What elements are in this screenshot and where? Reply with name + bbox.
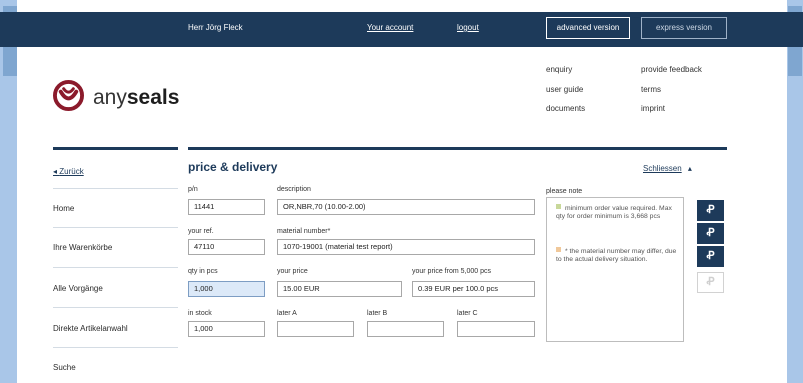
panel-title: price & delivery: [188, 160, 278, 174]
material-number-label: material number*: [277, 228, 331, 235]
add-to-cart-button[interactable]: Ꝓ: [697, 246, 724, 267]
cart-icon: Ꝓ: [706, 276, 715, 288]
your-price-field[interactable]: 15.00 EUR: [277, 281, 402, 297]
panel-top-divider: [188, 147, 727, 150]
pn-label: p/n: [188, 186, 198, 193]
user-guide-link[interactable]: user guide: [546, 85, 583, 94]
sidebar-item-home[interactable]: Home: [53, 204, 74, 213]
advanced-version-button[interactable]: advanced version: [546, 17, 630, 39]
caret-up-icon: ▴: [687, 164, 692, 173]
your-account-link[interactable]: Your account: [367, 23, 413, 32]
your-ref-field[interactable]: 47110: [188, 239, 265, 255]
later-c-field[interactable]: [457, 321, 535, 337]
terms-link[interactable]: terms: [641, 85, 661, 94]
cart-icon: Ꝓ: [706, 227, 715, 239]
top-bar: Herr Jörg Fleck Your account logout adva…: [0, 12, 803, 47]
cart-icon: Ꝓ: [706, 204, 715, 216]
sidebar-item-all-processes[interactable]: Alle Vorgänge: [53, 284, 103, 293]
sidebar-item-carts[interactable]: Ihre Warenkörbe: [53, 243, 112, 252]
note-bullet-icon: [556, 247, 561, 252]
close-panel-label: Schliessen: [643, 164, 682, 173]
add-to-cart-button[interactable]: Ꝓ: [697, 223, 724, 244]
sidebar-item-search[interactable]: Suche: [53, 363, 76, 372]
documents-link[interactable]: documents: [546, 104, 585, 113]
add-to-cart-button-disabled[interactable]: Ꝓ: [697, 272, 724, 293]
qty-input[interactable]: 1,000: [188, 281, 265, 297]
note-bullet-icon: [556, 204, 561, 209]
material-number-field[interactable]: 1070-19001 (material test report): [277, 239, 535, 255]
later-b-label: later B: [367, 310, 388, 317]
sidebar-top-divider: [53, 147, 178, 150]
add-to-cart-button[interactable]: Ꝓ: [697, 200, 724, 221]
note-text: * the material number may differ, due to…: [556, 248, 677, 263]
price-from-label: your price from 5,000 pcs: [412, 268, 491, 275]
sidebar-item-back[interactable]: ◂ Zurück: [53, 167, 84, 176]
close-panel-link[interactable]: Schliessen ▴: [643, 164, 692, 173]
anyseals-logo-icon: [53, 80, 84, 111]
later-c-label: later C: [457, 310, 478, 317]
provide-feedback-link[interactable]: provide feedback: [641, 65, 702, 74]
cart-icon: Ꝓ: [706, 250, 715, 262]
user-name: Herr Jörg Fleck: [188, 23, 243, 32]
imprint-link[interactable]: imprint: [641, 104, 665, 113]
description-label: description: [277, 186, 311, 193]
brand-logo[interactable]: anyseals: [53, 80, 193, 114]
logout-link[interactable]: logout: [457, 23, 479, 32]
in-stock-field[interactable]: 1,000: [188, 321, 265, 337]
sidebar-divider: [53, 188, 178, 189]
brand-name-bold: seals: [126, 86, 180, 109]
sidebar-item-label: Zurück: [59, 167, 84, 176]
qty-label: qty in pcs: [188, 268, 218, 275]
your-ref-label: your ref.: [188, 228, 214, 235]
note-heading: please note: [546, 188, 583, 195]
in-stock-label: in stock: [188, 310, 212, 317]
description-field[interactable]: OR,NBR,70 (10.00-2.00): [277, 199, 535, 215]
sidebar-item-direct-article[interactable]: Direkte Artikelanwahl: [53, 324, 128, 333]
note-item: minimum order value required. Max qty fo…: [556, 204, 678, 221]
sidebar-divider: [53, 227, 178, 228]
back-arrow-icon: ◂: [53, 167, 58, 176]
later-b-field[interactable]: [367, 321, 444, 337]
later-a-label: later A: [277, 310, 297, 317]
sidebar-divider: [53, 347, 178, 348]
note-item: * the material number may differ, due to…: [556, 247, 678, 264]
express-version-button[interactable]: express version: [641, 17, 727, 39]
enquiry-link[interactable]: enquiry: [546, 65, 572, 74]
pn-field[interactable]: 11441: [188, 199, 265, 215]
your-price-label: your price: [277, 268, 308, 275]
note-box: minimum order value required. Max qty fo…: [546, 197, 684, 342]
brand-name-regular: any: [93, 86, 127, 109]
sidebar-divider: [53, 267, 178, 268]
later-a-field[interactable]: [277, 321, 354, 337]
note-text: minimum order value required. Max qty fo…: [556, 205, 672, 220]
brand-name: anyseals: [93, 86, 179, 110]
sidebar-divider: [53, 307, 178, 308]
price-from-field[interactable]: 0.39 EUR per 100.0 pcs: [412, 281, 535, 297]
